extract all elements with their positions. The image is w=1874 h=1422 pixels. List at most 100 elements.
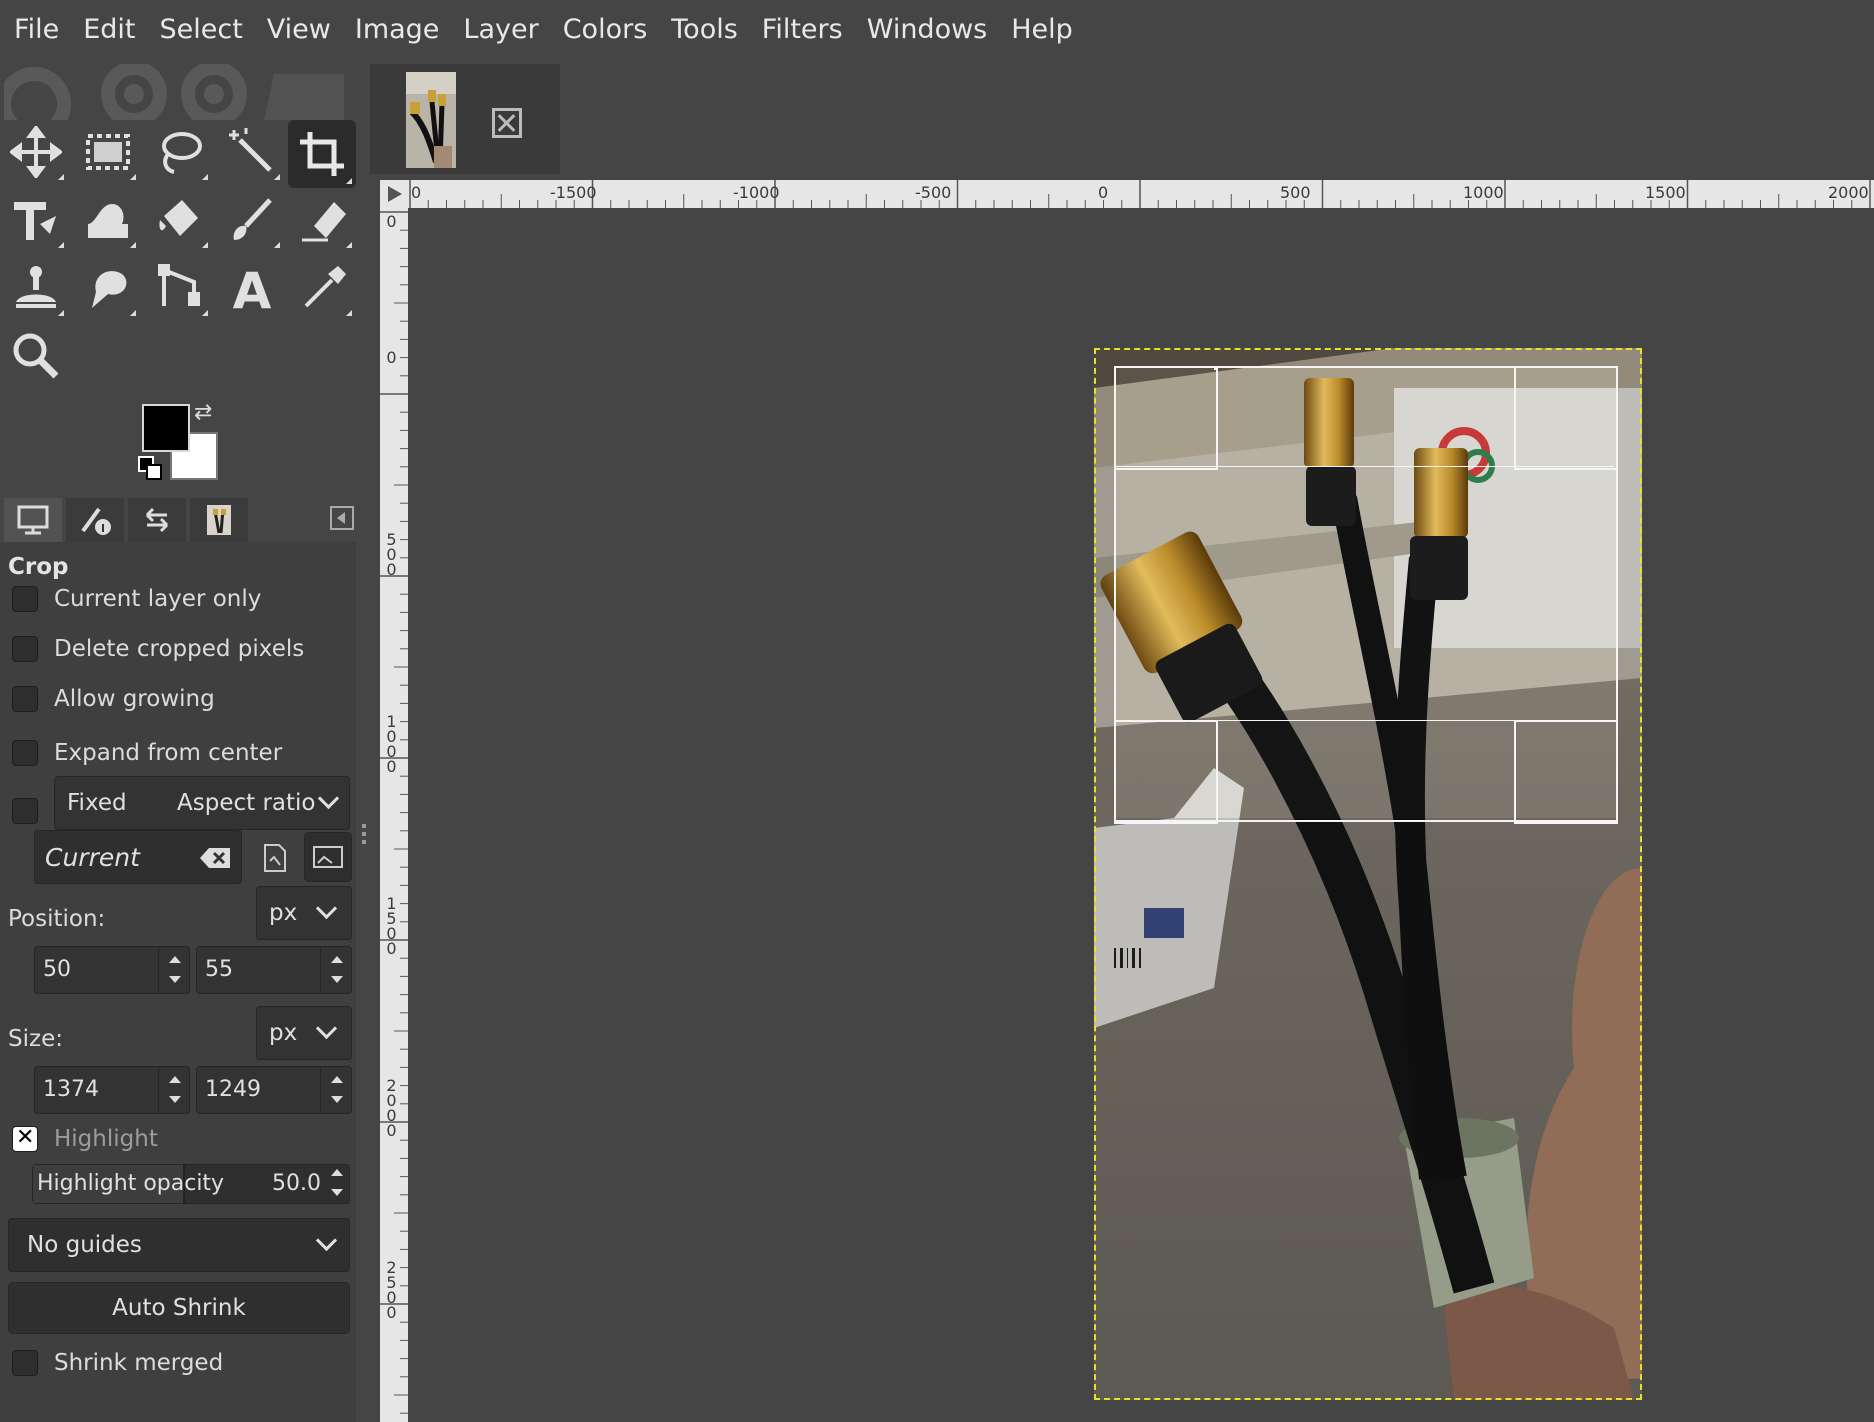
expand-from-center-option[interactable]: Expand from center bbox=[12, 740, 282, 766]
image-canvas[interactable] bbox=[408, 208, 1874, 1422]
paintbrush-icon bbox=[233, 198, 272, 240]
position-unit-dropdown[interactable]: px bbox=[256, 886, 352, 940]
vruler-label: 1500 bbox=[382, 894, 401, 954]
vruler-label: 1000 bbox=[382, 712, 401, 772]
expand-from-center-checkbox[interactable] bbox=[12, 740, 38, 766]
landscape-button[interactable] bbox=[304, 832, 352, 882]
position-y-value: 55 bbox=[205, 957, 233, 982]
transform-tool[interactable] bbox=[4, 188, 68, 252]
current-layer-only-option[interactable]: Current layer only bbox=[12, 586, 261, 612]
highlight-checkbox[interactable] bbox=[12, 1125, 38, 1152]
size-height-stepper[interactable] bbox=[320, 1067, 351, 1113]
lasso-icon bbox=[162, 132, 202, 174]
menu-help[interactable]: Help bbox=[999, 0, 1085, 60]
tab-tool-options[interactable] bbox=[4, 498, 62, 542]
image-tab-thumbnail bbox=[406, 72, 456, 168]
clone-tool[interactable] bbox=[4, 256, 68, 320]
vruler-label: 0 bbox=[382, 212, 401, 231]
guides-dropdown[interactable]: No guides bbox=[8, 1218, 350, 1272]
smudge-tool[interactable] bbox=[76, 256, 140, 320]
position-y-stepper[interactable] bbox=[320, 947, 351, 993]
chevron-down-icon bbox=[315, 897, 338, 920]
fixed-mode-dropdown[interactable]: Fixed Aspect ratio bbox=[54, 776, 350, 830]
aspect-value-field[interactable]: Current bbox=[34, 830, 242, 884]
hruler-label: 500 bbox=[1280, 183, 1311, 202]
zoom-tool[interactable] bbox=[4, 324, 68, 388]
delete-cropped-checkbox[interactable] bbox=[12, 636, 38, 662]
position-x-stepper[interactable] bbox=[158, 947, 189, 993]
hruler-label: 0 bbox=[411, 183, 422, 202]
current-layer-only-checkbox[interactable] bbox=[12, 586, 38, 612]
delete-cropped-option[interactable]: Delete cropped pixels bbox=[12, 636, 304, 662]
move-tool[interactable] bbox=[4, 120, 68, 184]
foreground-color-swatch[interactable] bbox=[142, 404, 190, 452]
menu-select[interactable]: Select bbox=[147, 0, 254, 60]
menu-view[interactable]: View bbox=[255, 0, 343, 60]
menu-filters[interactable]: Filters bbox=[750, 0, 855, 60]
menu-image[interactable]: Image bbox=[343, 0, 452, 60]
vertical-ruler: 0 0 500 1000 1500 2000 2500 bbox=[380, 208, 408, 1422]
size-width-input[interactable]: 1374 bbox=[34, 1066, 190, 1114]
swap-colors-icon[interactable]: ⇄ bbox=[194, 400, 212, 425]
eyedropper-icon bbox=[304, 266, 346, 308]
rect-select-tool[interactable] bbox=[76, 120, 140, 184]
paintbrush-tool[interactable] bbox=[220, 188, 284, 252]
magnifier-icon bbox=[13, 333, 59, 379]
image-tab[interactable] bbox=[370, 64, 560, 174]
eraser-tool[interactable] bbox=[292, 188, 356, 252]
paths-tool[interactable] bbox=[148, 256, 212, 320]
image-thumbnail-icon bbox=[207, 505, 231, 535]
crop-tool[interactable] bbox=[288, 120, 356, 188]
size-height-input[interactable]: 1249 bbox=[196, 1066, 352, 1114]
menu-edit[interactable]: Edit bbox=[71, 0, 147, 60]
allow-growing-checkbox[interactable] bbox=[12, 686, 38, 712]
free-select-tool[interactable] bbox=[148, 120, 212, 184]
hruler-label: -1500 bbox=[550, 183, 597, 202]
bucket-fill-tool[interactable] bbox=[148, 188, 212, 252]
size-unit-dropdown[interactable]: px bbox=[256, 1006, 352, 1060]
tab-images[interactable] bbox=[190, 498, 248, 542]
tab-undo-history[interactable] bbox=[128, 498, 186, 542]
vruler-label: 500 bbox=[382, 530, 401, 575]
dock-menu-button[interactable] bbox=[330, 506, 354, 530]
text-icon: A bbox=[233, 262, 272, 314]
fixed-option[interactable] bbox=[12, 798, 54, 824]
auto-shrink-button[interactable]: Auto Shrink bbox=[8, 1282, 350, 1334]
menu-tools[interactable]: Tools bbox=[659, 0, 750, 60]
position-x-input[interactable]: 50 bbox=[34, 946, 190, 994]
menu-colors[interactable]: Colors bbox=[551, 0, 660, 60]
close-tab-icon[interactable] bbox=[492, 108, 522, 138]
dock-resize-handle[interactable] bbox=[360, 820, 368, 860]
vruler-label: 2000 bbox=[382, 1076, 401, 1136]
highlight-opacity-value: 50.0 bbox=[272, 1171, 321, 1196]
quick-mask-toggle[interactable] bbox=[380, 180, 408, 208]
menu-layer[interactable]: Layer bbox=[451, 0, 550, 60]
warp-tool[interactable] bbox=[76, 188, 140, 252]
color-picker-tool[interactable] bbox=[292, 256, 356, 320]
highlight-opacity-slider[interactable]: Highlight opacity 50.0 bbox=[32, 1164, 350, 1204]
rect-select-icon bbox=[86, 134, 130, 170]
color-area: ⇄ bbox=[138, 400, 234, 500]
highlight-label: Highlight bbox=[54, 1126, 158, 1152]
layer-boundary bbox=[1094, 348, 1642, 1400]
portrait-button[interactable] bbox=[256, 836, 294, 880]
shrink-merged-option[interactable]: Shrink merged bbox=[12, 1350, 223, 1376]
hruler-label: 2000 bbox=[1828, 183, 1869, 202]
dock-tabs bbox=[4, 498, 356, 542]
menu-file[interactable]: File bbox=[0, 0, 71, 60]
wilber-logo bbox=[4, 64, 344, 120]
position-y-input[interactable]: 55 bbox=[196, 946, 352, 994]
menu-windows[interactable]: Windows bbox=[855, 0, 1000, 60]
text-tool[interactable]: A bbox=[220, 256, 284, 320]
size-width-stepper[interactable] bbox=[158, 1067, 189, 1113]
fixed-label: Fixed bbox=[67, 790, 127, 816]
fuzzy-select-tool[interactable] bbox=[220, 120, 284, 184]
highlight-option[interactable]: Highlight bbox=[12, 1125, 158, 1152]
clear-field-icon[interactable] bbox=[199, 847, 231, 869]
allow-growing-option[interactable]: Allow growing bbox=[12, 686, 215, 712]
highlight-opacity-stepper[interactable] bbox=[325, 1165, 349, 1203]
shrink-merged-checkbox[interactable] bbox=[12, 1350, 38, 1376]
tab-device-status[interactable] bbox=[66, 498, 124, 542]
fixed-checkbox[interactable] bbox=[12, 798, 38, 824]
move-icon bbox=[10, 126, 62, 178]
